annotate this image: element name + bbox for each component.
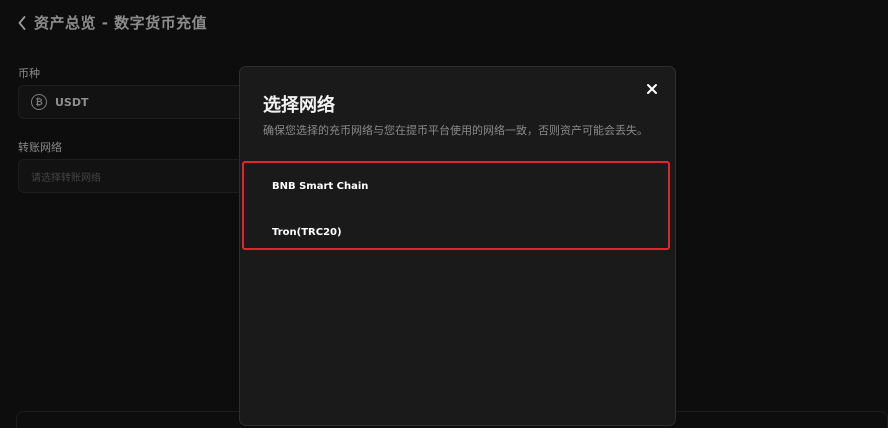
page: 资产总览 - 数字货币充值 币种 ₿ USDT 转账网络 请选择转账网络 选择网… [0, 0, 888, 428]
coin-label: 币种 [18, 67, 40, 80]
coin-value: USDT [55, 95, 89, 109]
close-icon[interactable] [645, 82, 659, 96]
page-title: 资产总览 - 数字货币充值 [34, 14, 208, 32]
network-option-tron-trc20[interactable]: Tron(TRC20) [272, 219, 652, 245]
network-placeholder: 请选择转账网络 [31, 172, 101, 184]
select-network-modal: 选择网络 确保您选择的充币网络与您在提币平台使用的网络一致，否则资产可能会丢失。… [239, 66, 676, 426]
back-link[interactable]: 资产总览 - 数字货币充值 [18, 12, 207, 33]
network-option-bnb-smart-chain[interactable]: BNB Smart Chain [272, 173, 652, 199]
modal-description: 确保您选择的充币网络与您在提币平台使用的网络一致，否则资产可能会丢失。 [263, 124, 648, 137]
chevron-left-icon[interactable] [18, 15, 26, 30]
network-option-list: BNB Smart Chain Tron(TRC20) [242, 161, 670, 250]
network-label: 转账网络 [18, 141, 62, 154]
modal-title: 选择网络 [263, 95, 335, 116]
bitcoin-icon: ₿ [31, 94, 47, 110]
